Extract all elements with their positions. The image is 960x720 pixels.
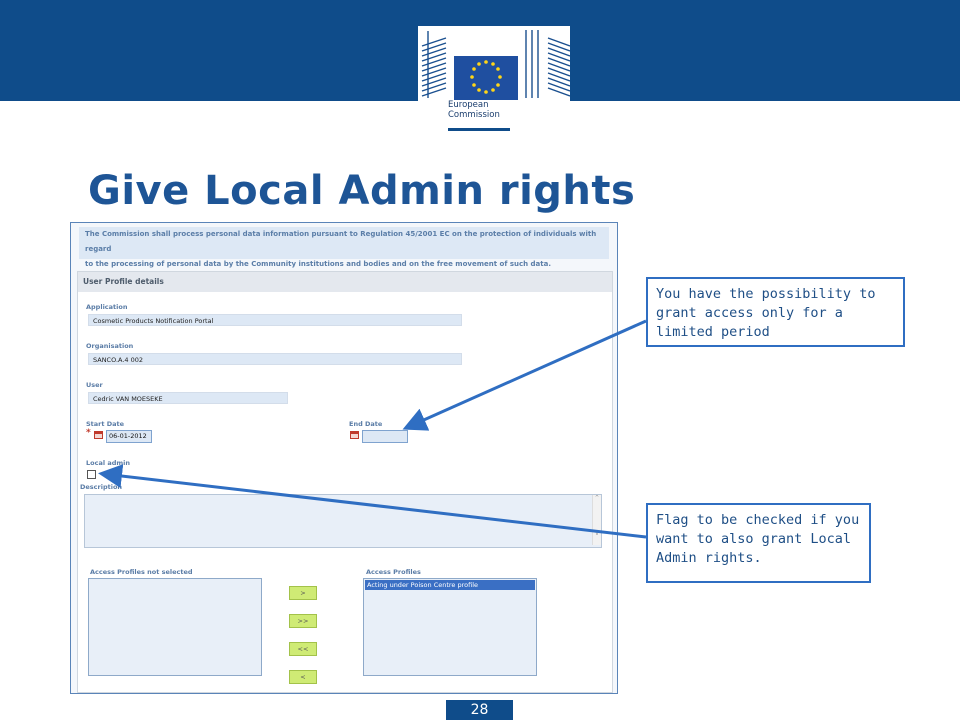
arrow-to-local-admin — [98, 464, 647, 539]
callout-arrows — [98, 319, 647, 539]
arrow-to-end-date — [402, 319, 647, 431]
page-number: 28 — [446, 700, 513, 720]
